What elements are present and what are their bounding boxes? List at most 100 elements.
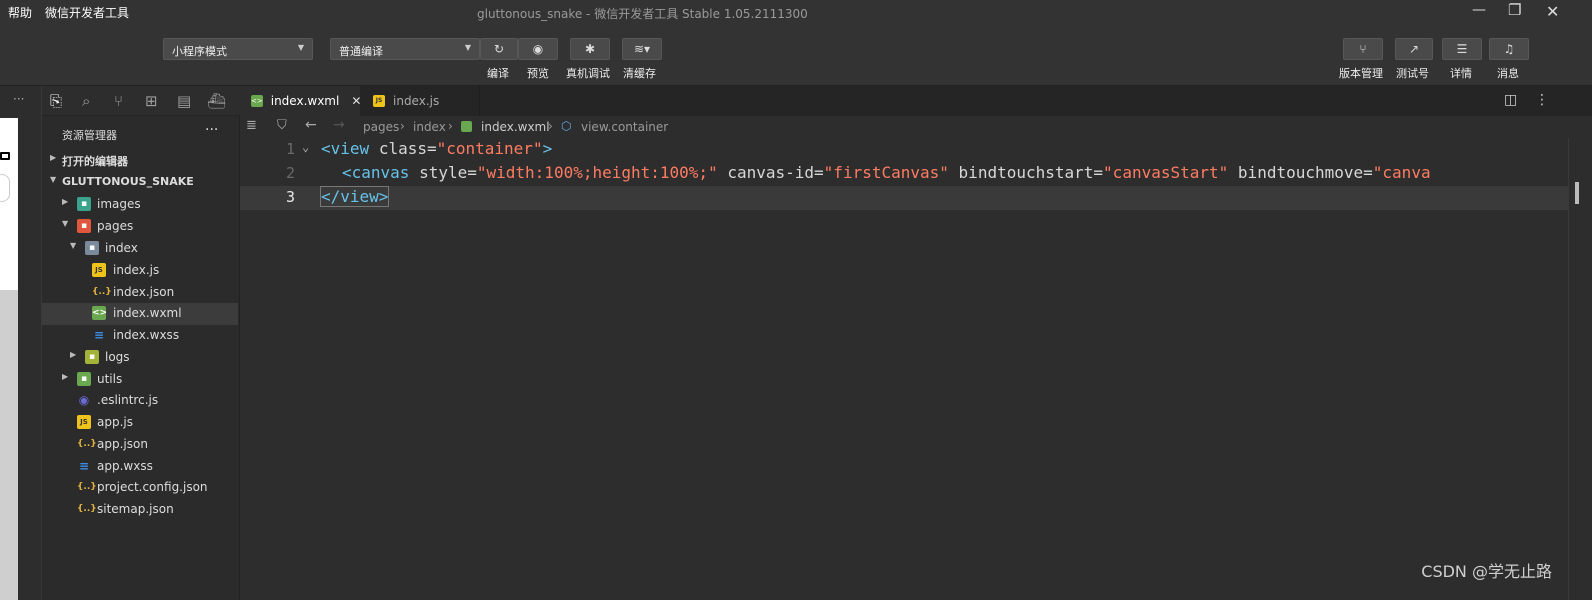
list-icon[interactable]: ≣: [246, 118, 257, 133]
extensions-icon[interactable]: ⊞: [145, 92, 158, 110]
maximize-icon[interactable]: ❐: [1508, 1, 1521, 19]
js-file-icon: JS: [77, 415, 91, 429]
back-arrow-icon[interactable]: ←: [305, 117, 317, 133]
code-token: bindtouchmove=: [1237, 163, 1373, 182]
tree-label: app.js: [97, 415, 133, 429]
menu-help[interactable]: 帮助: [8, 4, 32, 21]
code-token: "canva: [1372, 163, 1431, 182]
breadcrumb-index[interactable]: index: [413, 120, 446, 134]
tree-folder-logs[interactable]: ▶ ▪ logs: [42, 347, 238, 369]
code-line[interactable]: 2 <canvas style="width:100%;height:100%;…: [240, 162, 1568, 186]
wxml-file-icon: <>: [92, 306, 108, 320]
tree-label: index.wxml: [113, 306, 182, 320]
chevron-down-icon: ▼: [62, 219, 69, 228]
css-file-icon: ≡: [78, 459, 90, 473]
open-editors-section[interactable]: ▶ 打开的编辑器: [42, 150, 238, 172]
tree-file-eslintrc[interactable]: ◉ .eslintrc.js: [42, 390, 238, 412]
tree-file-project-config[interactable]: {..} project.config.json: [42, 477, 238, 499]
tree-label: index.js: [113, 263, 160, 277]
eye-icon: ◉: [532, 42, 544, 56]
tree-file-index-wxss[interactable]: ≡ index.wxss: [42, 325, 238, 347]
js-file-icon: JS: [373, 95, 385, 107]
code-editor[interactable]: 1 ⌄ <view class="container"> 2 <canvas s…: [240, 138, 1568, 600]
more-icon[interactable]: ···: [13, 92, 24, 106]
more-icon[interactable]: ···: [205, 122, 218, 138]
git-icon[interactable]: ⑂: [114, 92, 123, 110]
outline-icon[interactable]: ▤: [177, 92, 191, 110]
tree-folder-images[interactable]: ▶ ▪ images: [42, 194, 238, 216]
breadcrumb-file[interactable]: index.wxml: [481, 120, 550, 134]
clear-cache-button[interactable]: ≋▾: [622, 38, 662, 60]
js-file-icon: JS: [92, 263, 106, 277]
tree-file-index-json[interactable]: {..} index.json: [42, 282, 238, 304]
tree-file-app-json[interactable]: {..} app.json: [42, 434, 238, 456]
fold-icon[interactable]: ⌄: [302, 140, 309, 154]
files-icon[interactable]: ⎘: [50, 92, 62, 110]
code-line[interactable]: 1 ⌄ <view class="container">: [240, 138, 1568, 162]
tree-label: logs: [105, 350, 130, 364]
chevron-down-icon: ▼: [70, 241, 77, 250]
json-file-icon: {..}: [77, 439, 97, 449]
chevron-right-icon: ▶: [62, 197, 69, 206]
folder-icon: ▪: [77, 197, 91, 211]
capsule-icon[interactable]: [0, 174, 10, 202]
split-editor-icon[interactable]: ◫: [1504, 92, 1517, 108]
project-section[interactable]: ▼ GLUTTONOUS_SNAKE: [42, 172, 238, 194]
bell-icon: ♫: [1503, 42, 1515, 56]
remote-debug-button[interactable]: ✱: [570, 38, 610, 60]
chevron-right-icon: ▶: [70, 350, 77, 359]
simulator-screen[interactable]: [0, 118, 18, 290]
minimize-icon[interactable]: —: [1472, 2, 1486, 18]
branch-icon: ⑂: [1359, 42, 1367, 56]
more-actions-icon[interactable]: ⋮: [1535, 92, 1549, 108]
chevron-right-icon: ▶: [62, 372, 69, 381]
tree-file-sitemap[interactable]: {..} sitemap.json: [42, 499, 238, 521]
compile-button[interactable]: ↻: [480, 38, 518, 60]
preview-button[interactable]: ◉: [518, 38, 558, 60]
scrollbar-thumb[interactable]: [1575, 182, 1579, 204]
messages-button[interactable]: ♫: [1489, 38, 1529, 60]
docker-icon[interactable]: ⛴: [207, 92, 226, 110]
external-link-icon: ↗: [1408, 42, 1420, 56]
test-label: 测试号: [1396, 67, 1429, 80]
tab-index-wxml[interactable]: <> index.wxml ✕: [240, 86, 361, 116]
tree-label: app.wxss: [97, 459, 153, 473]
mode-select[interactable]: 小程序模式 ▼: [163, 38, 313, 60]
tree-label: index: [105, 241, 138, 255]
code-token: "width:100%;height:100%;": [476, 163, 718, 182]
tree-file-app-js[interactable]: JS app.js: [42, 412, 238, 434]
breadcrumb-symbol[interactable]: view.container: [581, 120, 668, 134]
tab-label: index.js: [393, 94, 440, 108]
search-icon[interactable]: ⌕: [82, 92, 90, 110]
tree-folder-pages[interactable]: ▼ ▪ pages: [42, 216, 238, 238]
version-label: 版本管理: [1339, 67, 1383, 80]
test-account-button[interactable]: ↗: [1395, 38, 1433, 60]
bookmark-icon[interactable]: ⛉: [277, 118, 287, 133]
tree-folder-utils[interactable]: ▶ ▪ utils: [42, 369, 238, 391]
tree-folder-index[interactable]: ▼ ▪ index: [42, 238, 238, 260]
editor-scrollbar[interactable]: [1568, 138, 1592, 600]
details-button[interactable]: ☰: [1442, 38, 1482, 60]
menu-tool[interactable]: 微信开发者工具: [45, 4, 129, 21]
tree-file-index-wxml[interactable]: <> index.wxml: [42, 303, 238, 325]
code-token: "firstCanvas": [823, 163, 949, 182]
toolbar: 小程序模式 ▼ 普通编译 ▼ ↻ ◉ ✱ ≋▾ 编译 预览 真机调试 清缓存 ⑂ ↗…: [0, 24, 1592, 86]
tree-file-index-js[interactable]: JS index.js: [42, 260, 238, 282]
code-token: "container": [436, 139, 543, 158]
tree-label: project.config.json: [97, 480, 208, 494]
tab-index-js[interactable]: JS index.js: [360, 86, 480, 116]
close-window-icon[interactable]: ✕: [1546, 2, 1559, 21]
compile-mode-select[interactable]: 普通编译 ▼: [330, 38, 480, 60]
eslint-file-icon: ◉: [78, 393, 90, 407]
version-button[interactable]: ⑂: [1343, 38, 1383, 60]
bug-icon: ✱: [584, 42, 596, 56]
wxml-file-icon: <>: [251, 95, 263, 107]
tree-file-app-wxss[interactable]: ≡ app.wxss: [42, 456, 238, 478]
line-number: 3: [285, 188, 295, 206]
tree-label: pages: [97, 219, 134, 233]
chevron-down-icon: ▼: [50, 175, 57, 184]
forward-arrow-icon[interactable]: →: [333, 117, 345, 133]
code-line[interactable]: 3 </view>: [240, 186, 1568, 210]
breadcrumb-pages[interactable]: pages: [363, 120, 399, 134]
tree-label: app.json: [97, 437, 148, 451]
